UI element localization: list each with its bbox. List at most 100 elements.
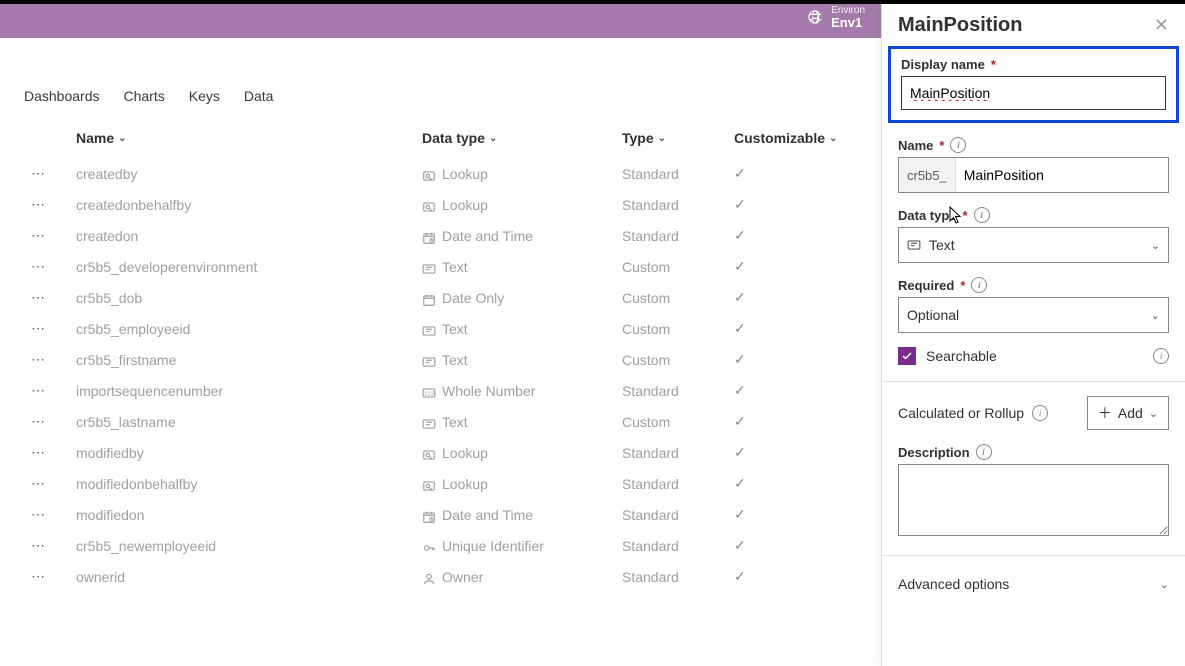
number-icon: 123 bbox=[422, 386, 436, 398]
text-icon bbox=[422, 417, 436, 429]
row-datatype: Lookup bbox=[422, 166, 622, 182]
required-select[interactable]: Optional ⌄ bbox=[898, 297, 1169, 333]
row-customizable-check: ✓ bbox=[734, 289, 874, 306]
row-datatype: Lookup bbox=[422, 197, 622, 213]
text-icon bbox=[422, 355, 436, 367]
row-customizable-check: ✓ bbox=[734, 444, 874, 461]
row-datatype: 123Whole Number bbox=[422, 383, 622, 399]
tab-data[interactable]: Data bbox=[244, 88, 274, 104]
row-name: cr5b5_newemployeeid bbox=[76, 538, 422, 554]
svg-text:123: 123 bbox=[424, 391, 434, 397]
description-label: Description bbox=[898, 445, 970, 460]
datetime-icon bbox=[422, 231, 436, 243]
add-button[interactable]: ＋ Add ⌄ bbox=[1087, 396, 1169, 430]
row-actions-icon[interactable]: ⋯ bbox=[0, 382, 76, 399]
row-customizable-check: ✓ bbox=[734, 227, 874, 244]
lookup-icon bbox=[422, 479, 436, 491]
name-prefix: cr5b5_ bbox=[899, 158, 956, 192]
row-type: Standard bbox=[622, 445, 734, 461]
row-name: modifiedonbehalfby bbox=[76, 476, 422, 492]
info-icon[interactable]: i bbox=[1153, 348, 1169, 364]
name-label: Name bbox=[898, 138, 933, 153]
info-icon[interactable]: i bbox=[976, 444, 992, 460]
row-name: modifiedon bbox=[76, 507, 422, 523]
info-icon[interactable]: i bbox=[1032, 405, 1048, 421]
display-name-input[interactable] bbox=[901, 76, 1166, 110]
col-header-type[interactable]: Type⌄ bbox=[622, 130, 734, 146]
row-actions-icon[interactable]: ⋯ bbox=[0, 165, 76, 182]
row-customizable-check: ✓ bbox=[734, 351, 874, 368]
row-type: Standard bbox=[622, 507, 734, 523]
datatype-select[interactable]: Text ⌄ bbox=[898, 227, 1169, 263]
lookup-icon bbox=[422, 200, 436, 212]
tab-dashboards[interactable]: Dashboards bbox=[24, 88, 100, 104]
row-type: Standard bbox=[622, 228, 734, 244]
row-datatype: Text bbox=[422, 321, 622, 337]
row-type: Standard bbox=[622, 538, 734, 554]
info-icon[interactable]: i bbox=[974, 207, 990, 223]
row-type: Standard bbox=[622, 197, 734, 213]
row-actions-icon[interactable]: ⋯ bbox=[0, 320, 76, 337]
plus-icon: ＋ bbox=[1098, 406, 1112, 420]
key-icon bbox=[422, 541, 436, 553]
row-actions-icon[interactable]: ⋯ bbox=[0, 475, 76, 492]
column-panel: MainPosition ✕ Display name * Name * i c… bbox=[881, 4, 1185, 666]
tab-charts[interactable]: Charts bbox=[124, 88, 165, 104]
close-icon[interactable]: ✕ bbox=[1154, 15, 1169, 36]
row-customizable-check: ✓ bbox=[734, 537, 874, 554]
row-datatype: Text bbox=[422, 259, 622, 275]
chevron-down-icon: ⌄ bbox=[1149, 407, 1158, 420]
row-name: modifiedby bbox=[76, 445, 422, 461]
col-header-customizable[interactable]: Customizable⌄ bbox=[734, 130, 874, 146]
row-actions-icon[interactable]: ⋯ bbox=[0, 506, 76, 523]
row-customizable-check: ✓ bbox=[734, 320, 874, 337]
row-actions-icon[interactable]: ⋯ bbox=[0, 258, 76, 275]
panel-title: MainPosition bbox=[898, 14, 1022, 37]
row-datatype: Lookup bbox=[422, 445, 622, 461]
row-actions-icon[interactable]: ⋯ bbox=[0, 351, 76, 368]
row-datatype: Date and Time bbox=[422, 228, 622, 244]
row-type: Custom bbox=[622, 352, 734, 368]
row-name: cr5b5_employeeid bbox=[76, 321, 422, 337]
row-name: cr5b5_firstname bbox=[76, 352, 422, 368]
row-actions-icon[interactable]: ⋯ bbox=[0, 227, 76, 244]
row-datatype: Owner bbox=[422, 569, 622, 585]
col-header-name[interactable]: Name⌄ bbox=[76, 130, 422, 146]
row-name: importsequencenumber bbox=[76, 383, 422, 399]
row-name: createdby bbox=[76, 166, 422, 182]
row-datatype: Unique Identifier bbox=[422, 538, 622, 554]
text-icon bbox=[422, 324, 436, 336]
row-name: ownerid bbox=[76, 569, 422, 585]
description-input[interactable] bbox=[898, 464, 1169, 536]
row-type: Standard bbox=[622, 166, 734, 182]
lookup-icon bbox=[422, 169, 436, 181]
info-icon[interactable]: i bbox=[950, 137, 966, 153]
row-name: cr5b5_lastname bbox=[76, 414, 422, 430]
row-actions-icon[interactable]: ⋯ bbox=[0, 196, 76, 213]
row-datatype: Text bbox=[422, 414, 622, 430]
row-actions-icon[interactable]: ⋯ bbox=[0, 413, 76, 430]
searchable-checkbox[interactable] bbox=[898, 347, 916, 365]
info-icon[interactable]: i bbox=[971, 277, 987, 293]
row-actions-icon[interactable]: ⋯ bbox=[0, 568, 76, 585]
environment-name[interactable]: Env1 bbox=[831, 16, 865, 30]
row-type: Standard bbox=[622, 383, 734, 399]
rollup-label: Calculated or Rollup bbox=[898, 405, 1024, 421]
tab-keys[interactable]: Keys bbox=[189, 88, 220, 104]
advanced-options-toggle[interactable]: Advanced options ⌄ bbox=[898, 570, 1169, 598]
chevron-down-icon: ⌄ bbox=[1151, 309, 1160, 322]
col-header-datatype[interactable]: Data type⌄ bbox=[422, 130, 622, 146]
row-actions-icon[interactable]: ⋯ bbox=[0, 537, 76, 554]
environment-label: Environ bbox=[831, 6, 865, 16]
row-datatype: Lookup bbox=[422, 476, 622, 492]
row-datatype: Date Only bbox=[422, 290, 622, 306]
row-actions-icon[interactable]: ⋯ bbox=[0, 444, 76, 461]
row-actions-icon[interactable]: ⋯ bbox=[0, 289, 76, 306]
row-type: Custom bbox=[622, 290, 734, 306]
name-input[interactable] bbox=[956, 158, 1168, 192]
owner-icon bbox=[422, 572, 436, 584]
row-type: Custom bbox=[622, 321, 734, 337]
row-type: Standard bbox=[622, 476, 734, 492]
chevron-down-icon: ⌄ bbox=[1160, 578, 1169, 591]
datatype-label: Data type bbox=[898, 208, 957, 223]
